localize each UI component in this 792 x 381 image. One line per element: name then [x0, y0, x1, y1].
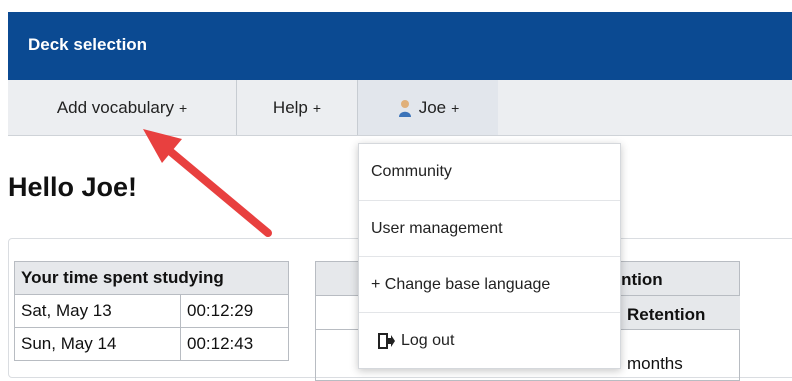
title-bar: Deck selection: [8, 12, 792, 80]
study-date-cell: Sat, May 13: [14, 294, 181, 328]
menu-item-label: Log out: [401, 331, 455, 349]
menu-item-community[interactable]: Community: [359, 144, 620, 200]
menu-item-label: + Change base language: [371, 275, 551, 293]
expand-plus-icon: +: [179, 99, 188, 116]
nav-bar: Add vocabulary + Help + Joe +: [8, 80, 792, 136]
menu-item-log-out[interactable]: Log out: [359, 312, 620, 368]
menu-item-label: User management: [371, 219, 503, 237]
study-table-header: Your time spent studying: [14, 261, 289, 295]
retention-column-header: Retention: [627, 305, 706, 324]
nav-help-label: Help: [272, 97, 308, 117]
user-icon: [398, 99, 411, 117]
study-time-table: Your time spent studying Sat, May 13 00:…: [14, 261, 289, 361]
nav-user-menu[interactable]: Joe +: [358, 80, 498, 135]
nav-add-vocabulary-label: Add vocabulary: [56, 97, 174, 117]
user-dropdown-menu: Community User management + Change base …: [358, 143, 621, 369]
study-time-cell: 00:12:43: [180, 327, 289, 361]
greeting-heading: Hello Joe!: [8, 172, 138, 202]
study-date-cell: Sun, May 14: [14, 327, 181, 361]
expand-plus-icon: +: [312, 99, 322, 116]
nav-user-label: Joe: [418, 97, 447, 117]
menu-item-label: Community: [371, 163, 452, 180]
page-title: Deck selection: [28, 35, 148, 54]
study-time-cell: 00:12:29: [180, 294, 289, 328]
nav-add-vocabulary[interactable]: Add vocabulary +: [8, 80, 237, 135]
table-row: Sat, May 13 00:12:29: [14, 294, 289, 328]
retention-value: months: [627, 354, 683, 373]
expand-plus-icon: +: [451, 99, 460, 116]
logout-icon: [378, 332, 395, 349]
menu-item-change-base-language[interactable]: + Change base language: [359, 256, 620, 312]
table-row: Sun, May 14 00:12:43: [14, 327, 289, 361]
menu-item-user-management[interactable]: User management: [359, 200, 620, 256]
nav-help[interactable]: Help +: [237, 80, 358, 135]
